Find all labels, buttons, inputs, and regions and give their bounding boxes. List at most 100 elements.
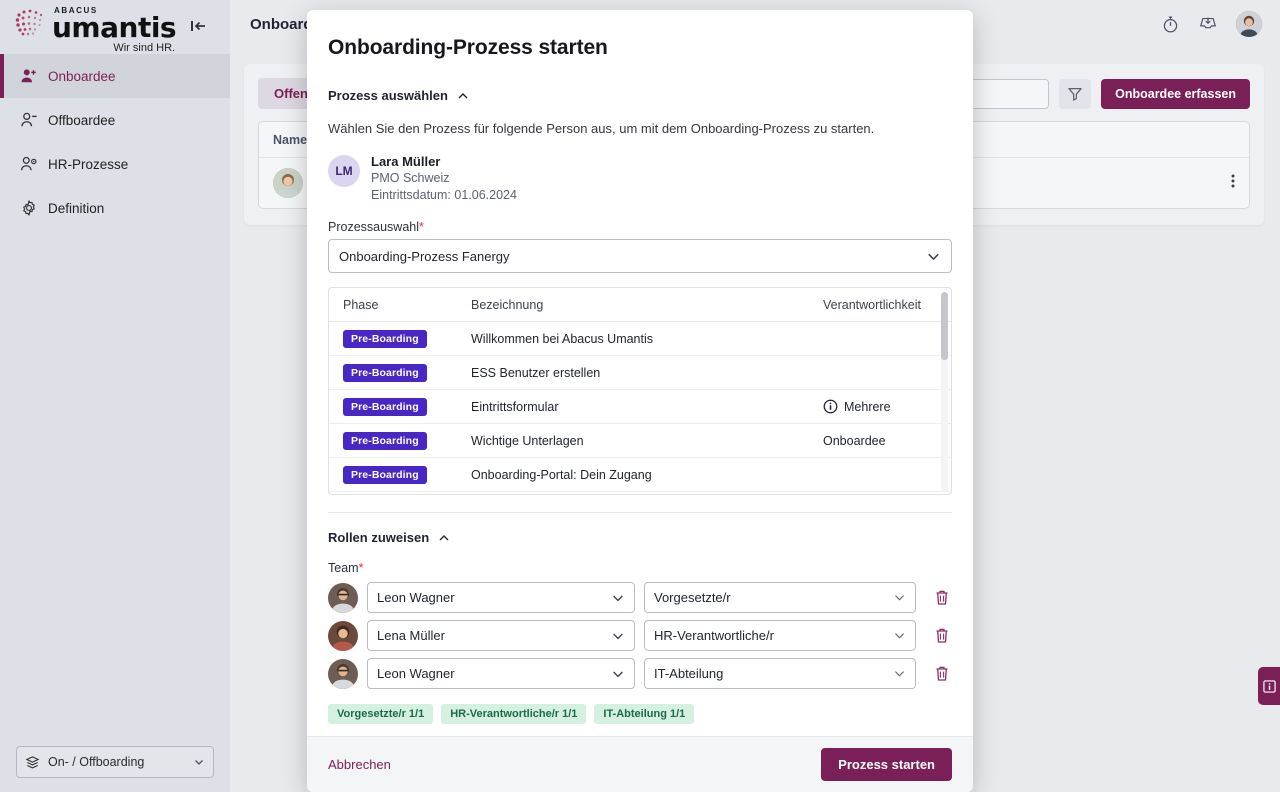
info-icon[interactable] [823, 399, 838, 414]
team-role-value: IT-Abteilung [654, 666, 723, 681]
topbar-actions [1161, 11, 1262, 37]
process-steps-table: Phase Bezeichnung Verantwortlichkeit Pre… [328, 287, 952, 495]
info-box-icon [1263, 680, 1276, 693]
status-badge: Pre-Boarding [343, 466, 427, 484]
table-row: Pre-Boarding ESS Benutzer erstellen [329, 356, 951, 390]
team-role-select[interactable]: HR-Verantwortliche/r [644, 620, 916, 651]
avatar [328, 659, 358, 689]
modal-body: Onboarding-Prozess starten Prozess auswä… [307, 10, 973, 736]
delete-team-row-button[interactable] [931, 624, 952, 648]
workspace-selector[interactable]: On- / Offboarding [16, 746, 214, 778]
gear-icon [20, 199, 38, 217]
onboardee-summary: LM Lara Müller PMO Schweiz Eintrittsdatu… [328, 153, 952, 204]
modal-title: Onboarding-Prozess starten [328, 36, 952, 60]
required-marker: * [419, 220, 424, 234]
stopwatch-icon[interactable] [1161, 15, 1180, 34]
step-responsibility: Mehrere [844, 400, 891, 414]
chevron-up-icon [438, 532, 450, 544]
sidebar-item-hr-prozesse[interactable]: HR-Prozesse [0, 142, 230, 186]
brand-logo: ABACUS umantis Wir sind HR. [0, 0, 230, 48]
step-responsibility: Onboardee [823, 434, 951, 448]
team-row: Lena Müller HR-Verantwortliche/r [328, 620, 952, 651]
start-process-modal: Onboarding-Prozess starten Prozess auswä… [307, 10, 973, 792]
column-header-bezeichnung: Bezeichnung [471, 298, 823, 312]
table-row: Pre-Boarding Wichtige Unterlagen Onboard… [329, 424, 951, 458]
sidebar-item-label: Onboardee [48, 69, 116, 84]
status-badge: Pre-Boarding [343, 364, 427, 382]
process-select[interactable]: Onboarding-Prozess Fanergy [328, 239, 952, 273]
chevron-down-icon [611, 629, 625, 643]
process-table-header: Phase Bezeichnung Verantwortlichkeit [329, 288, 951, 322]
sidebar: ABACUS umantis Wir sind HR. Onboardee [0, 0, 230, 792]
team-role-value: Vorgesetzte/r [654, 590, 731, 605]
info-side-tab[interactable] [1258, 667, 1280, 705]
team-person-select[interactable]: Leon Wagner [367, 658, 635, 689]
status-badge: IT-Abteilung 1/1 [594, 704, 694, 724]
team-row: Leon Wagner IT-Abteilung [328, 658, 952, 689]
table-row: Pre-Boarding Onboarding-Portal: Dein Zug… [329, 458, 951, 492]
sidebar-item-onboardee[interactable]: Onboardee [0, 54, 230, 98]
section-header-process[interactable]: Prozess auswählen [328, 88, 952, 103]
chevron-down-icon [193, 756, 205, 768]
workspace-label: On- / Offboarding [48, 755, 144, 769]
status-badge: Pre-Boarding [343, 330, 427, 348]
status-badge: Vorgesetzte/r 1/1 [328, 704, 433, 724]
status-badge: HR-Verantwortliche/r 1/1 [441, 704, 586, 724]
team-person-value: Lena Müller [377, 628, 445, 643]
trash-icon [934, 627, 950, 644]
team-role-select[interactable]: Vorgesetzte/r [644, 582, 916, 613]
chevron-down-icon [926, 249, 941, 264]
table-row: Pre-Boarding Willkommen bei Abacus Umant… [329, 322, 951, 356]
chevron-down-icon [893, 667, 906, 680]
app-root: ABACUS umantis Wir sind HR. Onboardee [0, 0, 1280, 792]
status-badge: Pre-Boarding [343, 398, 427, 416]
brand-umantis: umantis [52, 15, 176, 41]
team-role-select[interactable]: IT-Abteilung [644, 658, 916, 689]
chevron-down-icon [893, 591, 906, 604]
process-select-value: Onboarding-Prozess Fanergy [339, 249, 510, 264]
team-label: Team* [328, 561, 952, 575]
add-onboardee-button[interactable]: Onboardee erfassen [1101, 79, 1250, 109]
chevron-down-icon [611, 591, 625, 605]
team-role-value: HR-Verantwortliche/r [654, 628, 774, 643]
avatar [273, 168, 303, 198]
table-scrollbar-thumb[interactable] [941, 292, 948, 360]
modal-footer: Abbrechen Prozess starten [307, 736, 973, 792]
step-name: Eintrittsformular [471, 400, 823, 414]
onboardee-name: Lara Müller [371, 153, 517, 170]
cancel-button[interactable]: Abbrechen [328, 757, 391, 772]
avatar [328, 621, 358, 651]
filter-button[interactable] [1059, 79, 1091, 109]
step-name: Willkommen bei Abacus Umantis [471, 332, 823, 346]
chevron-up-icon [457, 90, 469, 102]
status-badge: Pre-Boarding [343, 432, 427, 450]
process-description: Wählen Sie den Prozess für folgende Pers… [328, 120, 952, 138]
section-header-roles[interactable]: Rollen zuweisen [328, 530, 952, 545]
onboardee-role: PMO Schweiz [371, 170, 517, 187]
inbox-download-icon[interactable] [1198, 15, 1218, 34]
user-avatar[interactable] [1236, 11, 1262, 37]
row-menu-icon[interactable] [1231, 173, 1235, 194]
delete-team-row-button[interactable] [931, 586, 952, 610]
team-person-select[interactable]: Leon Wagner [367, 582, 635, 613]
sidebar-item-label: HR-Prozesse [48, 157, 128, 172]
sidebar-collapse-icon[interactable] [188, 16, 210, 36]
sidebar-footer: On- / Offboarding [0, 746, 230, 792]
sidebar-item-definition[interactable]: Definition [0, 186, 230, 230]
team-person-value: Leon Wagner [377, 666, 455, 681]
table-row: Pre-Boarding Eintrittsformular Mehrere [329, 390, 951, 424]
sidebar-item-label: Offboardee [48, 113, 115, 128]
section-title-process: Prozess auswählen [328, 88, 448, 103]
step-name: Onboarding-Portal: Dein Zugang [471, 468, 823, 482]
team-row: Leon Wagner Vorgesetzte/r [328, 582, 952, 613]
role-count-chips: Vorgesetzte/r 1/1 HR-Verantwortliche/r 1… [328, 704, 952, 724]
team-label-text: Team [328, 561, 359, 575]
brand-wordmark: ABACUS umantis Wir sind HR. [52, 6, 176, 55]
umantis-dots-logo [14, 8, 48, 38]
delete-team-row-button[interactable] [931, 662, 952, 686]
team-person-value: Leon Wagner [377, 590, 455, 605]
team-person-select[interactable]: Lena Müller [367, 620, 635, 651]
start-process-button[interactable]: Prozess starten [821, 748, 952, 781]
sidebar-item-offboardee[interactable]: Offboardee [0, 98, 230, 142]
column-header-verantwortlichkeit: Verantwortlichkeit [823, 298, 951, 312]
